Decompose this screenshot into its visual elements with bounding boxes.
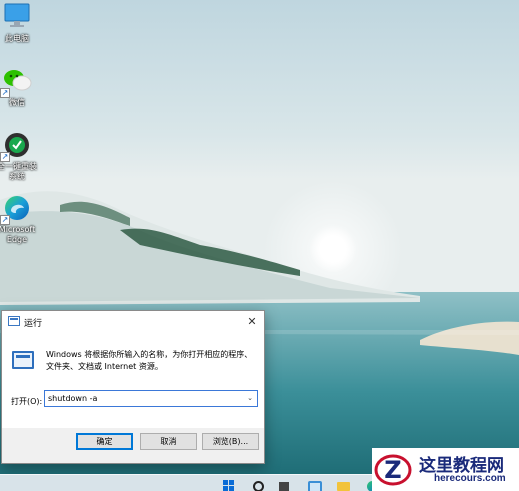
run-dialog-title: 运行 [24,319,43,329]
widgets-icon[interactable] [307,479,322,491]
monitor-icon [2,2,32,32]
run-app-icon [8,316,20,326]
task-view-icon[interactable] [278,479,290,491]
desktop-icon-label: 此电脑 [5,34,29,43]
watermark-url: herecours.com [434,473,506,484]
desktop-icon-label: 微信 [9,98,25,107]
run-dialog: 运行 ✕ Windows 将根据你所输入的名称，为你打开相应的程序、文件夹、文档… [1,310,265,464]
run-dialog-body: Windows 将根据你所输入的名称，为你打开相应的程序、文件夹、文档或 Int… [2,333,264,428]
svg-text:Z: Z [384,456,401,484]
start-icon[interactable] [223,479,235,491]
chevron-down-icon[interactable]: ⌄ [243,391,257,406]
desktop-icon-edge[interactable]: ↗ Microsoft Edge [0,193,38,245]
shortcut-arrow-icon: ↗ [0,88,10,98]
file-explorer-icon[interactable] [337,479,350,491]
shortcut-arrow-icon: ↗ [0,215,10,225]
run-dialog-titlebar[interactable]: 运行 ✕ [2,311,264,333]
edge-icon: ↗ [0,193,32,225]
run-dialog-description: Windows 将根据你所输入的名称，为你打开相应的程序、文件夹、文档或 Int… [46,350,253,371]
search-icon[interactable] [252,479,264,491]
shortcut-arrow-icon: ↗ [0,152,10,162]
run-program-icon [12,351,34,369]
desktop-icon-label: Microsoft Edge [0,225,36,244]
desktop-icon-wechat[interactable]: ↗ 微信 [0,66,38,108]
watermark-logo-icon: Z [374,454,412,486]
cancel-button[interactable]: 取消 [140,433,197,450]
desktop-icon-this-pc[interactable]: 此电脑 [0,2,38,44]
wechat-icon: ↗ [0,66,32,98]
open-combobox[interactable]: ⌄ [44,390,258,407]
browse-button[interactable]: 浏览(B)... [202,433,259,450]
open-command-input[interactable] [45,391,241,406]
reinstall-tool-icon: ↗ [0,130,32,162]
open-field-label: 打开(O): [11,397,43,406]
desktop-icon-label: 全一键重装系统 [0,162,37,181]
watermark: Z 这里教程网 herecours.com [372,448,519,491]
close-icon[interactable]: ✕ [244,314,260,330]
ok-button[interactable]: 确定 [76,433,133,450]
desktop-icon-reinstall-tool[interactable]: ↗ 全一键重装系统 [0,130,38,182]
